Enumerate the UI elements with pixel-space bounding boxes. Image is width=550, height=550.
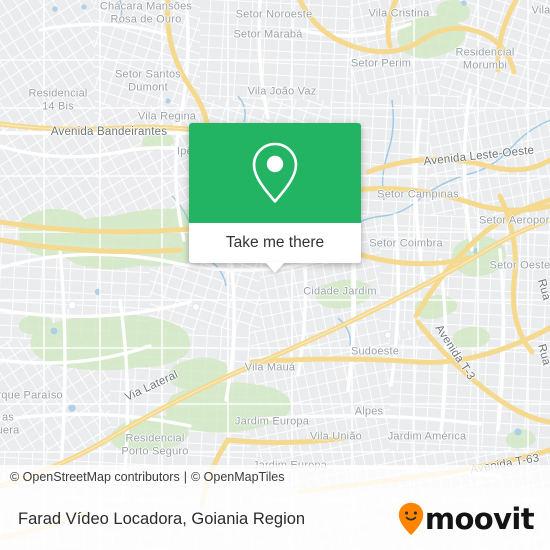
attribution-separator: | (183, 469, 187, 484)
take-me-there-button[interactable]: Take me there (189, 223, 361, 263)
location-popup-card[interactable]: Take me there (189, 123, 361, 273)
footer-bar: Farad Vídeo Locadora, Goiania Region moo… (0, 488, 550, 550)
osm-attribution-link[interactable]: © OpenStreetMap contributors (10, 470, 180, 484)
popup-marker-area (189, 123, 361, 223)
location-title: Farad Vídeo Locadora, Goiania Region (18, 509, 306, 528)
map-screenshot: Chácara Mansões Rosa de Ouro Setor Noroest… (0, 0, 550, 550)
moovit-logo[interactable]: moovit (398, 501, 535, 536)
map-attribution-bar: © OpenStreetMap contributors | © OpenMap… (0, 465, 550, 488)
popup-tail-arrow (265, 262, 285, 273)
take-me-there-label: Take me there (225, 234, 325, 251)
map-pin-icon (252, 142, 298, 203)
moovit-wordmark: moovit (424, 501, 535, 536)
openmaptiles-attribution-link[interactable]: © OpenMapTiles (191, 470, 285, 484)
moovit-smiley-pin-icon (398, 502, 424, 535)
